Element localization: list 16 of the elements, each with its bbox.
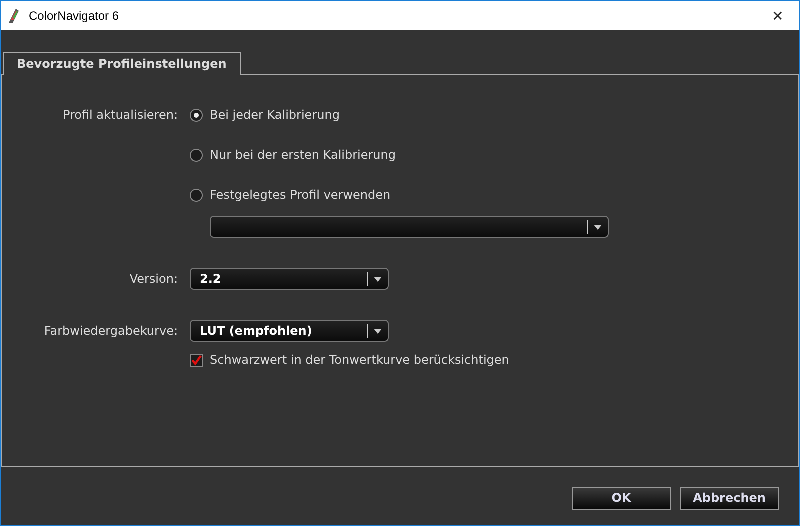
field-label: Version: bbox=[128, 272, 179, 286]
field-label: Farbwiedergabekurve: bbox=[43, 324, 179, 338]
close-button[interactable]: ✕ bbox=[763, 4, 793, 28]
checkbox-option[interactable]: Schwarzwert in der Tonwertkurve berücksichtigen bbox=[190, 353, 510, 367]
radio-option[interactable]: Nur bei der ersten Kalibrierung bbox=[190, 148, 396, 162]
cancel-button[interactable]: Abbrechen bbox=[680, 486, 779, 510]
radio-option[interactable]: Festgelegtes Profil verwenden bbox=[190, 188, 391, 202]
app-logo-icon bbox=[7, 8, 21, 24]
curve-dropdown[interactable]: LUT (empfohlen) bbox=[190, 320, 389, 342]
window-title: ColorNavigator 6 bbox=[29, 8, 120, 22]
version-dropdown[interactable]: 2.2 bbox=[190, 268, 389, 290]
profile-dropdown[interactable] bbox=[210, 216, 609, 238]
field-label: Profil aktualisieren: bbox=[62, 108, 179, 122]
tab[interactable]: Bevorzugte Profileinstellungen bbox=[3, 52, 241, 75]
ok-button[interactable]: OK bbox=[572, 486, 671, 510]
radio-option[interactable]: Bei jeder Kalibrierung bbox=[190, 108, 340, 122]
